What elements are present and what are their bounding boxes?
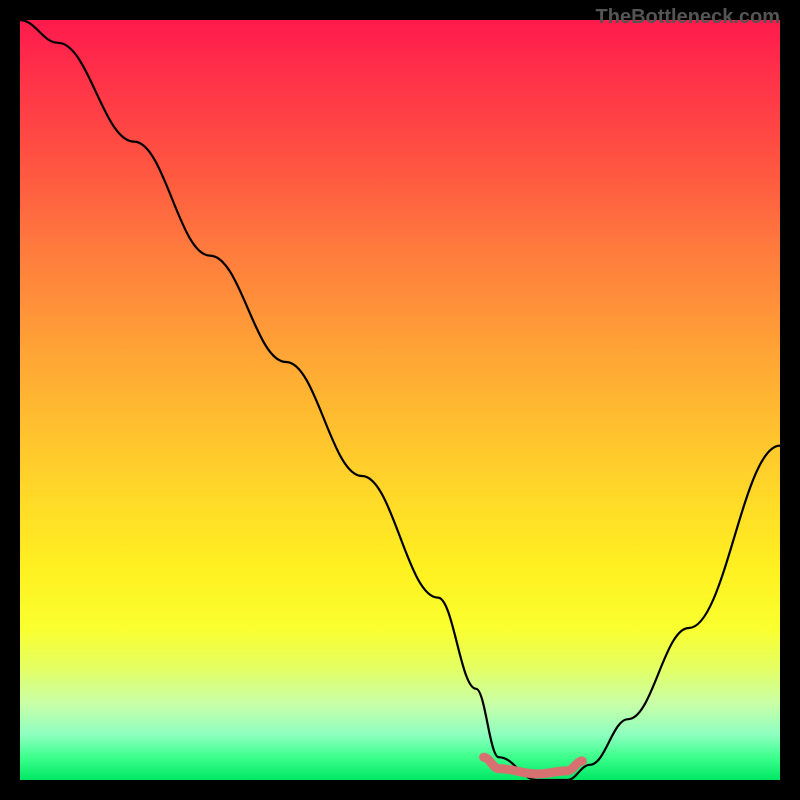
chart-svg (20, 20, 780, 780)
bottleneck-curve (20, 20, 780, 780)
watermark-text: TheBottleneck.com (596, 6, 780, 29)
plot-area (20, 20, 780, 780)
highlight-segment (484, 757, 583, 774)
